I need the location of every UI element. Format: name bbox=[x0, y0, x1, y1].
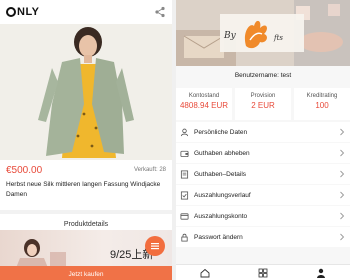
menu-icon bbox=[151, 243, 159, 250]
product-panel: NLY €500.00 Verkauft: 28 Herbst neue Sil… bbox=[0, 0, 172, 280]
chevron-right-icon bbox=[340, 170, 345, 178]
home-icon[interactable] bbox=[200, 268, 210, 278]
product-image[interactable] bbox=[0, 24, 172, 160]
menu-item-balance-details[interactable]: Guthaben–Details bbox=[176, 164, 350, 184]
card-icon bbox=[180, 212, 189, 220]
menu-label: Auszahlungsverlauf bbox=[194, 191, 251, 199]
menu-label: Passwort ändern bbox=[194, 233, 243, 241]
account-menu: Persönliche Daten Guthaben abheben Gutha… bbox=[176, 122, 350, 248]
stat-label: Provision bbox=[250, 93, 276, 99]
product-details-label: Produktdetails bbox=[63, 220, 109, 228]
menu-item-personal-data[interactable]: Persönliche Daten bbox=[176, 122, 350, 142]
sold-count: Verkauft: 28 bbox=[133, 167, 166, 173]
stat-balance[interactable]: Kontostand 4808.94 EUR bbox=[176, 88, 232, 120]
logo-text-left: By bbox=[223, 31, 237, 41]
share-icon[interactable] bbox=[154, 6, 166, 18]
wallet-icon bbox=[180, 150, 189, 157]
logo-text-right: fts bbox=[273, 34, 283, 42]
menu-label: Persönliche Daten bbox=[194, 128, 248, 136]
stat-value: 100 bbox=[315, 101, 329, 110]
checklist-icon bbox=[180, 190, 189, 200]
app-logo: By fts bbox=[223, 20, 283, 49]
stat-value: 2 EUR bbox=[251, 101, 275, 110]
menu-label: Auszahlungskonto bbox=[194, 212, 248, 220]
profile-icon[interactable] bbox=[316, 268, 326, 278]
account-banner: By fts bbox=[176, 0, 350, 66]
brand-logo-mark bbox=[6, 7, 16, 17]
brand-name: NLY bbox=[17, 6, 40, 18]
stat-label: Kreditrating bbox=[306, 93, 338, 99]
stat-label: Kontostand bbox=[188, 93, 220, 99]
chevron-right-icon bbox=[340, 233, 345, 241]
chevron-right-icon bbox=[340, 128, 345, 136]
grid-icon[interactable] bbox=[258, 268, 268, 278]
product-price: €500.00 bbox=[6, 165, 43, 176]
lock-icon bbox=[181, 233, 188, 242]
product-title: Herbst neue Silk mittleren langen Fassun… bbox=[6, 181, 161, 198]
stat-credit-rating[interactable]: Kreditrating 100 bbox=[294, 88, 350, 120]
bottom-tab-bar bbox=[176, 264, 350, 280]
menu-item-withdrawal-history[interactable]: Auszahlungsverlauf bbox=[176, 185, 350, 205]
chevron-right-icon bbox=[340, 149, 345, 157]
chevron-right-icon bbox=[340, 191, 345, 199]
buy-now-button[interactable]: Jetzt kaufen bbox=[0, 266, 172, 280]
menu-item-change-password[interactable]: Passwort ändern bbox=[176, 227, 350, 247]
floating-menu-button[interactable] bbox=[145, 236, 165, 256]
brand-logo[interactable]: NLY bbox=[6, 6, 40, 18]
chevron-right-icon bbox=[340, 212, 345, 220]
list-icon bbox=[180, 169, 189, 179]
menu-label: Guthaben abheben bbox=[194, 149, 250, 157]
brand-header: NLY bbox=[0, 0, 172, 24]
stat-commission[interactable]: Provision 2 EUR bbox=[235, 88, 291, 120]
account-panel: By fts Benutzername: test Kontostand 480… bbox=[176, 0, 350, 280]
account-stats: Kontostand 4808.94 EUR Provision 2 EUR K… bbox=[176, 88, 350, 120]
username-label: Benutzername: test bbox=[234, 72, 292, 79]
menu-item-payout-account[interactable]: Auszahlungskonto bbox=[176, 206, 350, 226]
stat-value: 4808.94 EUR bbox=[179, 101, 229, 110]
menu-item-withdraw[interactable]: Guthaben abheben bbox=[176, 143, 350, 163]
menu-label: Guthaben–Details bbox=[194, 170, 247, 178]
user-icon bbox=[180, 128, 189, 136]
